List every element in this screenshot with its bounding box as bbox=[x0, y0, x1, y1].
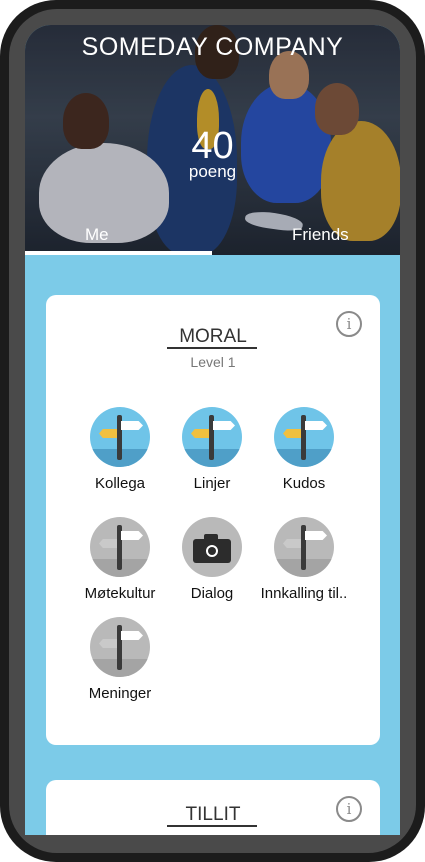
tab-me[interactable]: Me bbox=[85, 225, 109, 245]
company-title: SOMEDAY COMPANY bbox=[81, 33, 344, 61]
badge-meninger[interactable]: Meninger bbox=[65, 617, 175, 702]
camera-icon bbox=[182, 517, 242, 577]
level-label: Level 1 bbox=[190, 354, 236, 370]
signpost-icon bbox=[182, 407, 242, 467]
badge-kudos[interactable]: Kudos bbox=[249, 407, 359, 492]
signpost-icon bbox=[274, 407, 334, 467]
signpost-icon bbox=[90, 617, 150, 677]
signpost-icon bbox=[90, 517, 150, 577]
header-hero-image: SOMEDAY COMPANY 40 poeng Me Friends bbox=[25, 25, 400, 255]
badge-label: Kudos bbox=[282, 475, 326, 492]
score-unit-label: poeng bbox=[188, 162, 237, 181]
section-title-underline bbox=[167, 347, 257, 349]
section-title: TILLIT bbox=[185, 804, 241, 825]
app-screen: SOMEDAY COMPANY 40 poeng Me Friends i MO… bbox=[25, 25, 400, 835]
section-card-tillit: i TILLIT bbox=[46, 780, 380, 835]
signpost-icon bbox=[90, 407, 150, 467]
active-tab-indicator bbox=[25, 251, 212, 255]
section-title: MORAL bbox=[179, 326, 247, 347]
section-card-moral: i MORAL Level 1 Kollega Linjer Kudos Møt… bbox=[46, 295, 380, 745]
tab-friends[interactable]: Friends bbox=[292, 225, 349, 245]
section-title-underline bbox=[167, 825, 257, 827]
badge-innkalling[interactable]: Innkalling til.. bbox=[249, 517, 359, 602]
signpost-icon bbox=[274, 517, 334, 577]
badge-label: Innkalling til.. bbox=[260, 585, 348, 602]
badge-label: Meninger bbox=[88, 685, 152, 702]
